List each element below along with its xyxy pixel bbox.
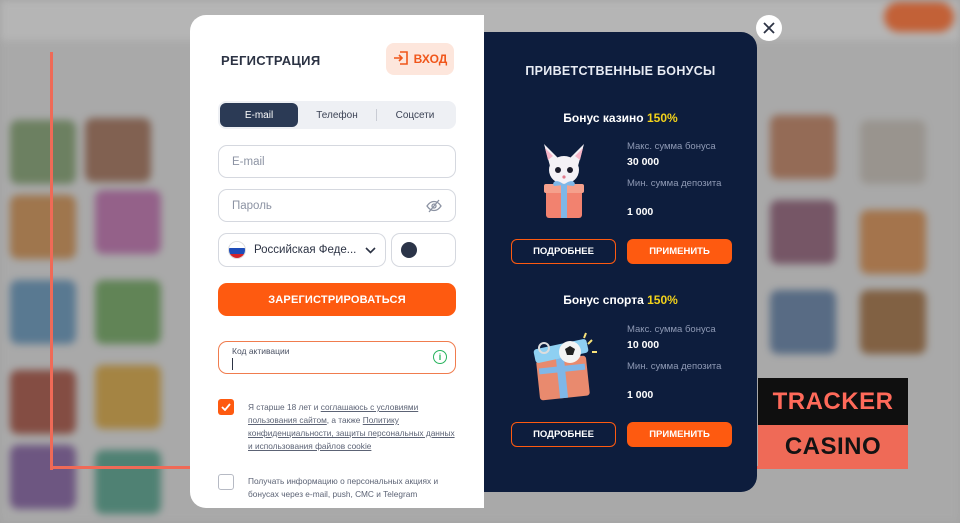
login-icon bbox=[393, 50, 409, 68]
currency-icon bbox=[401, 242, 417, 258]
casino-max-label: Макс. сумма бонуса bbox=[627, 141, 716, 152]
register-button[interactable]: ЗАРЕГИСТРИРОВАТЬСЯ bbox=[218, 283, 456, 316]
casino-apply-button[interactable]: ПРИМЕНИТЬ bbox=[627, 239, 732, 264]
currency-select[interactable] bbox=[391, 233, 456, 267]
login-button[interactable]: ВХОД bbox=[386, 43, 454, 75]
tab-social[interactable]: Соцсети bbox=[376, 103, 454, 127]
consent-text-part: Я старше 18 лет и bbox=[248, 402, 321, 412]
close-icon bbox=[763, 22, 775, 34]
casino-bonus-name: Бонус казино bbox=[563, 111, 644, 125]
text-caret bbox=[232, 358, 233, 370]
casino-min-value: 1 000 bbox=[627, 206, 654, 218]
watermark-line-1: TRACKER bbox=[758, 378, 908, 425]
login-label: ВХОД bbox=[413, 52, 448, 66]
newsletter-text: Получать информацию о персональных акция… bbox=[248, 476, 439, 499]
registration-method-tabs: E-mail Телефон Соцсети bbox=[218, 101, 456, 129]
casino-min-label: Мин. сумма депозита bbox=[627, 178, 722, 189]
newsletter-checkbox[interactable] bbox=[218, 474, 234, 490]
sport-bonus-percent: 150% bbox=[647, 293, 678, 307]
tab-email[interactable]: E-mail bbox=[220, 103, 298, 127]
country-value: Российская Феде... bbox=[254, 244, 357, 256]
registration-title: РЕГИСТРАЦИЯ bbox=[221, 53, 321, 68]
password-field[interactable] bbox=[232, 199, 420, 212]
close-button[interactable] bbox=[756, 15, 782, 41]
bonus-panel: ПРИВЕТСТВЕННЫЕ БОНУСЫ Бонус казино 150% … bbox=[484, 32, 757, 492]
promo-code-label: Код активации bbox=[232, 346, 290, 356]
watermark-line-2: CASINO bbox=[758, 425, 908, 469]
sport-bonus-title: Бонус спорта 150% bbox=[484, 293, 757, 307]
checkmark-icon bbox=[221, 403, 231, 411]
consent-text: Я старше 18 лет и соглашаюсь с условиями… bbox=[248, 401, 458, 453]
country-select[interactable]: Российская Феде... bbox=[218, 233, 386, 267]
consent-checkbox[interactable] bbox=[218, 399, 234, 415]
registration-panel: РЕГИСТРАЦИЯ ВХОД E-mail Телефон Соцсети … bbox=[190, 15, 484, 508]
tracker-casino-watermark: TRACKER CASINO bbox=[758, 378, 908, 469]
sport-min-label: Мин. сумма депозита bbox=[627, 361, 722, 372]
email-field-wrapper bbox=[218, 145, 456, 178]
info-icon[interactable]: i bbox=[433, 350, 447, 364]
casino-bonus-percent: 150% bbox=[646, 111, 678, 125]
fox-gift-icon bbox=[534, 140, 594, 222]
promo-code-field[interactable]: Код активации i bbox=[218, 341, 456, 374]
casino-max-value: 30 000 bbox=[627, 156, 660, 168]
casino-bonus-title: Бонус казино 150% bbox=[484, 111, 757, 125]
frame-line-vertical bbox=[50, 52, 53, 470]
tab-phone[interactable]: Телефон bbox=[298, 103, 376, 127]
sport-bonus-name: Бонус спорта bbox=[563, 293, 644, 307]
chevron-down-icon bbox=[365, 246, 376, 254]
sport-more-button[interactable]: ПОДРОБНЕЕ bbox=[511, 422, 616, 447]
email-field[interactable] bbox=[232, 155, 442, 168]
password-field-wrapper bbox=[218, 189, 456, 222]
sport-apply-button[interactable]: ПРИМЕНИТЬ bbox=[627, 422, 732, 447]
consent-text-part: , а также bbox=[326, 415, 363, 425]
casino-more-button[interactable]: ПОДРОБНЕЕ bbox=[511, 239, 616, 264]
sport-gift-icon bbox=[526, 322, 606, 406]
sport-max-value: 10 000 bbox=[627, 339, 660, 351]
sport-min-value: 1 000 bbox=[627, 389, 654, 401]
bonus-panel-title: ПРИВЕТСТВЕННЫЕ БОНУСЫ bbox=[525, 64, 716, 78]
russia-flag-icon bbox=[228, 241, 246, 259]
eye-off-icon[interactable] bbox=[426, 199, 442, 213]
sport-max-label: Макс. сумма бонуса bbox=[627, 324, 716, 335]
